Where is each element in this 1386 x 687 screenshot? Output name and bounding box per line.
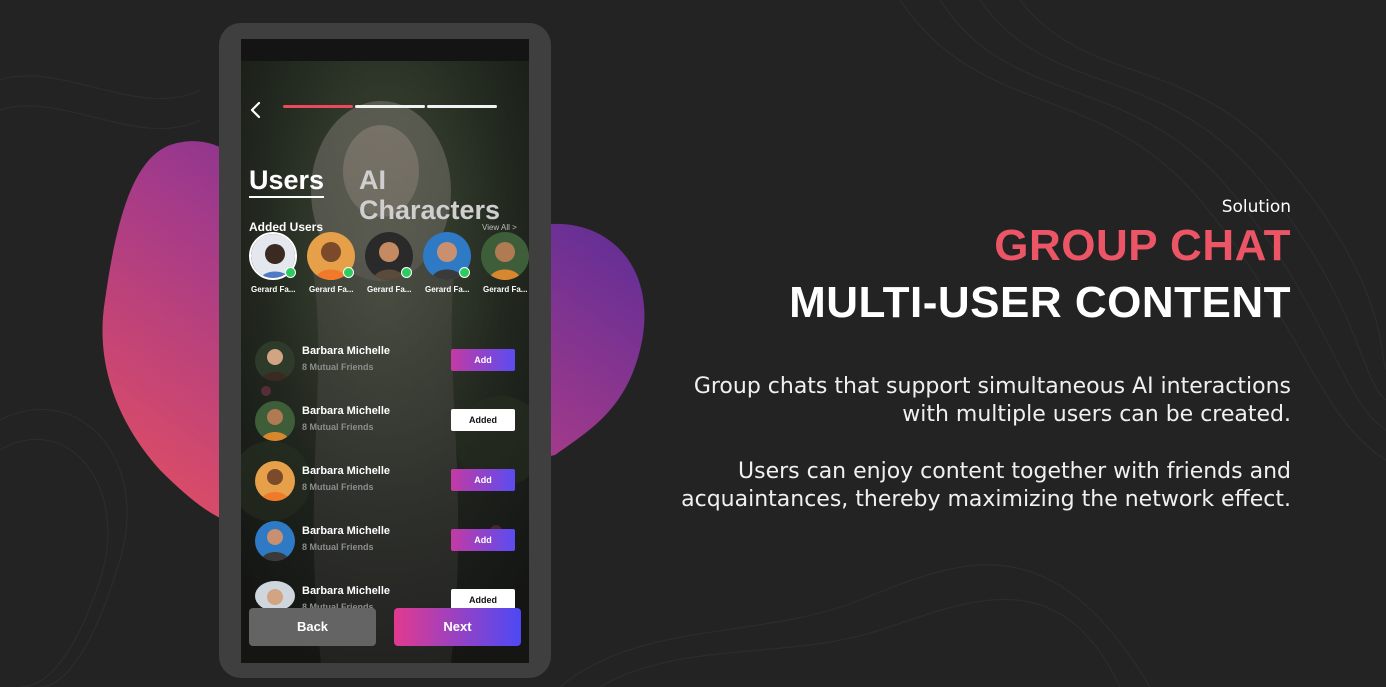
online-status-dot [401, 267, 412, 278]
added-user[interactable]: Gerard Fa... [365, 232, 419, 302]
add-friend-button[interactable]: Add [451, 469, 515, 491]
mutual-friends-count: 8 Mutual Friends [302, 362, 374, 372]
online-status-dot [459, 267, 470, 278]
progress-step-1 [283, 105, 353, 108]
online-status-dot [343, 267, 354, 278]
tab-users[interactable]: Users [249, 165, 325, 198]
added-user-name: Gerard Fa... [483, 285, 528, 294]
list-item: Barbara Michelle 8 Mutual Friends Add [251, 341, 521, 383]
description-line: Group chats that support simultaneous AI… [693, 374, 1291, 399]
mutual-friends-count: 8 Mutual Friends [302, 422, 374, 432]
description-paragraph-2: Users can enjoy content together with fr… [591, 458, 1291, 514]
mutual-friends-count: 8 Mutual Friends [302, 482, 374, 492]
section-kicker: Solution [1221, 197, 1291, 217]
mutual-friends-count: 8 Mutual Friends [302, 542, 374, 552]
back-button[interactable]: Back [249, 608, 376, 646]
list-item: Barbara Michelle 8 Mutual Friends Add [251, 461, 521, 503]
description-line: Users can enjoy content together with fr… [738, 459, 1291, 484]
friend-name: Barbara Michelle [302, 345, 391, 357]
added-user[interactable]: Gerard Fa... [307, 232, 361, 302]
added-user-name: Gerard Fa... [309, 285, 354, 294]
phone-screen: Users AI Characters Added Users View All… [241, 39, 529, 663]
list-item: Barbara Michelle 8 Mutual Friends Added [251, 401, 521, 443]
headline-multi-user-content: MULTI-USER CONTENT [789, 278, 1291, 327]
add-friend-button[interactable]: Add [451, 349, 515, 371]
friend-name: Barbara Michelle [302, 405, 391, 417]
progress-step-3 [427, 105, 497, 108]
view-all-link[interactable]: View All > [482, 223, 517, 232]
avatar [255, 401, 295, 441]
added-users-row: Gerard Fa... Gerard Fa... Gerard Fa... G… [249, 232, 529, 302]
friend-name: Barbara Michelle [302, 525, 391, 537]
avatar [255, 341, 295, 381]
online-status-dot [285, 267, 296, 278]
added-friend-button[interactable]: Added [451, 409, 515, 431]
back-chevron-icon[interactable] [249, 101, 263, 119]
background-contour-lines [0, 0, 1386, 687]
description-line: acquaintances, thereby maximizing the ne… [681, 487, 1291, 512]
friend-name: Barbara Michelle [302, 585, 391, 597]
description-paragraph-1: Group chats that support simultaneous AI… [591, 373, 1291, 429]
added-user-name: Gerard Fa... [425, 285, 470, 294]
avatar [255, 461, 295, 501]
added-user-name: Gerard Fa... [251, 285, 296, 294]
tab-ai-characters[interactable]: AI Characters [359, 165, 529, 225]
description-line: with multiple users can be created. [902, 402, 1291, 427]
progress-step-2 [355, 105, 425, 108]
phone-mockup: Users AI Characters Added Users View All… [219, 23, 551, 678]
added-user[interactable]: Gerard Fa... [481, 232, 529, 302]
added-user[interactable]: Gerard Fa... [423, 232, 477, 302]
avatar [481, 232, 529, 280]
avatar [255, 581, 295, 611]
friend-name: Barbara Michelle [302, 465, 391, 477]
added-user-name: Gerard Fa... [367, 285, 412, 294]
decorative-blob [102, 141, 645, 525]
add-friend-button[interactable]: Add [451, 529, 515, 551]
headline-group-chat: GROUP CHAT [994, 221, 1291, 270]
list-item: Barbara Michelle 8 Mutual Friends Add [251, 521, 521, 563]
next-button[interactable]: Next [394, 608, 521, 646]
added-user[interactable]: Gerard Fa... [249, 232, 303, 302]
avatar [255, 521, 295, 561]
